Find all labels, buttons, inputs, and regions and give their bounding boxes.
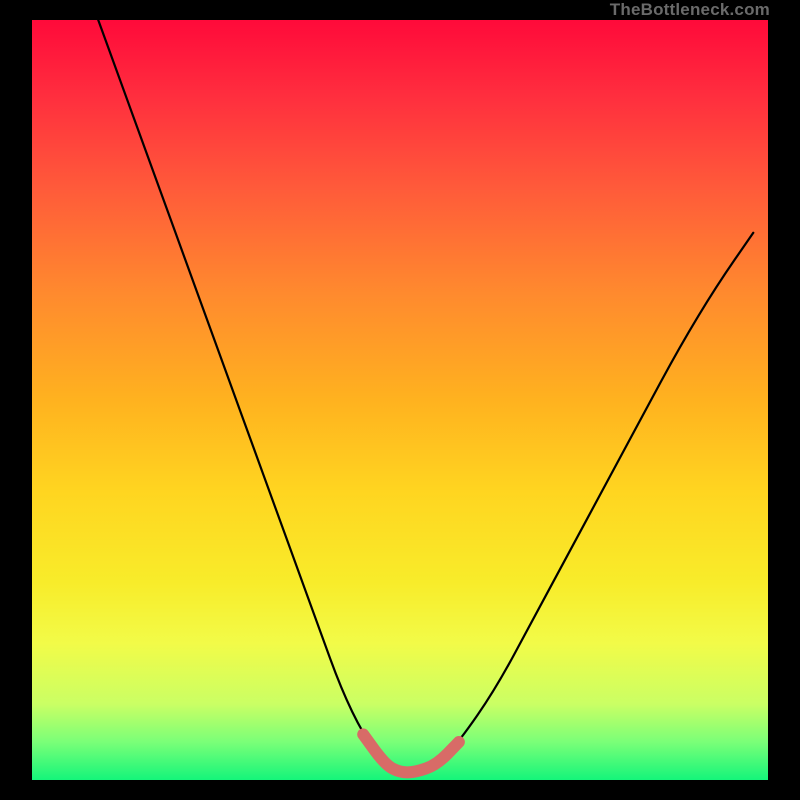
curve-svg xyxy=(32,20,768,780)
trough-highlight xyxy=(363,734,459,772)
chart-frame: TheBottleneck.com xyxy=(0,0,800,800)
plot-area xyxy=(32,20,768,780)
attribution-text: TheBottleneck.com xyxy=(610,0,770,20)
bottleneck-curve xyxy=(98,20,753,772)
